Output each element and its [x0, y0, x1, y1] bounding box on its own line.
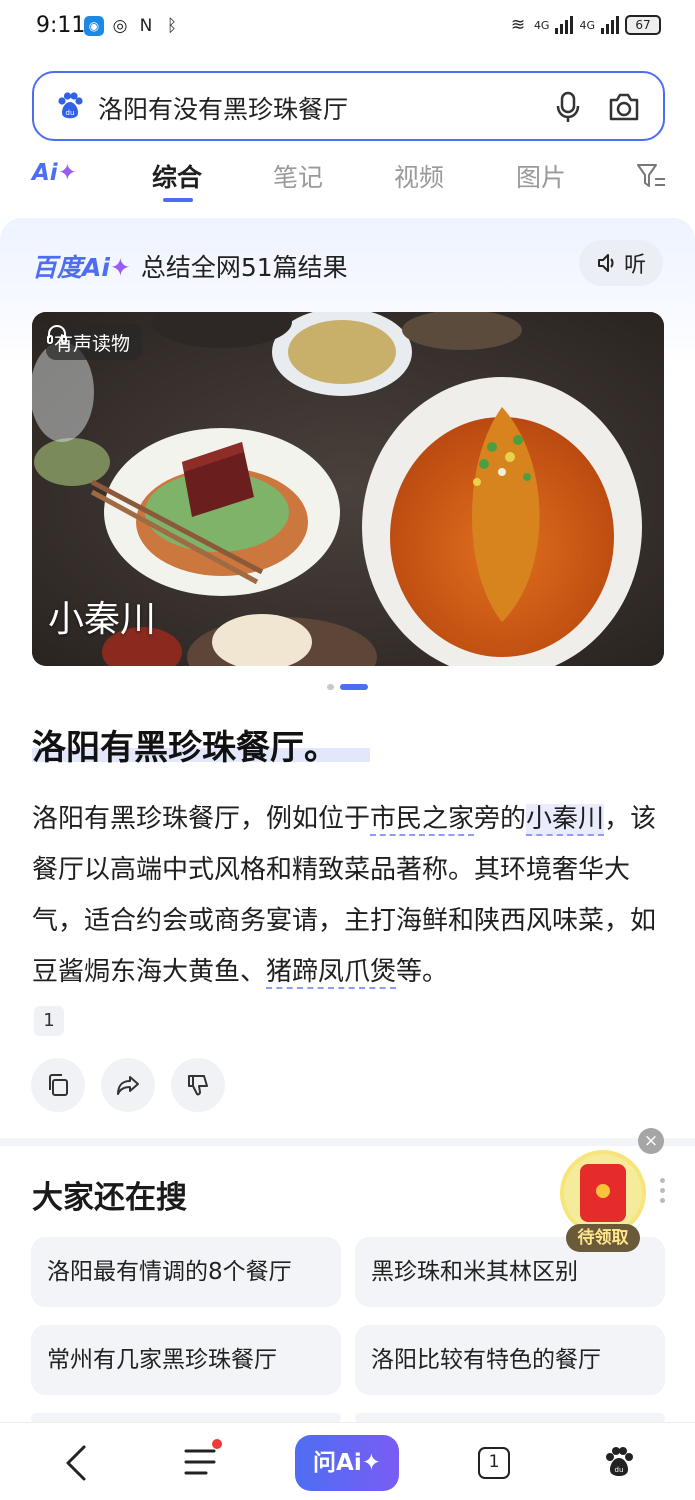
camera-icon[interactable]	[607, 91, 641, 123]
related-searches-title: 大家还在搜	[32, 1180, 187, 1216]
microphone-icon[interactable]	[553, 91, 583, 123]
svg-text:du: du	[66, 109, 75, 117]
related-search-item[interactable]: 洛阳比较有特色的餐厅	[355, 1325, 665, 1395]
red-envelope-label: 待领取	[566, 1224, 640, 1252]
search-bar[interactable]: du 洛阳有没有黑珍珠餐厅	[32, 71, 665, 141]
answer-text: 洛阳有黑珍珠餐厅，例如位于	[32, 804, 371, 834]
ask-ai-button[interactable]: 问Ai✦	[295, 1435, 399, 1491]
status-right-icons: ≋ 4G 4G 67	[508, 15, 661, 35]
tab-images[interactable]: 图片	[516, 158, 566, 194]
ai-summary-text: 总结全网51篇结果	[140, 253, 348, 282]
nfc-icon: N	[139, 16, 153, 36]
answer-text: 等。	[396, 957, 449, 987]
share-button[interactable]	[101, 1058, 155, 1112]
red-envelope-widget[interactable]: 待领取	[558, 1148, 648, 1254]
eye-icon: ◎	[112, 16, 128, 36]
citation-badge[interactable]: 1	[34, 1006, 64, 1036]
tabs-count-button[interactable]: 1	[478, 1447, 510, 1479]
status-bar: 9:11 ◉ ◎ N ᛒ ≋ 4G 4G 67	[0, 0, 695, 56]
listen-label: 听	[623, 253, 646, 278]
signal-icon	[555, 16, 574, 34]
network-label-1: 4G	[533, 18, 550, 32]
menu-button[interactable]	[184, 1439, 222, 1479]
baidu-home-icon[interactable]: du	[602, 1445, 636, 1479]
red-envelope-icon	[580, 1164, 626, 1222]
answer-text: 旁的	[474, 804, 527, 834]
baidu-paw-icon: du	[58, 92, 83, 119]
speaker-icon	[597, 254, 614, 272]
entity-link-dish[interactable]: 猪蹄凤爪煲	[266, 957, 397, 989]
wifi-icon: ≋	[510, 15, 526, 35]
close-icon[interactable]: ×	[638, 1128, 664, 1154]
bottom-navigation: 问Ai✦ 1 du	[0, 1422, 695, 1500]
listen-button[interactable]: 听	[579, 240, 663, 286]
carousel-dot-active[interactable]	[340, 684, 368, 690]
audiobook-badge[interactable]: 有声读物	[46, 324, 143, 360]
chat-app-icon: ◉	[84, 16, 104, 36]
dislike-button[interactable]	[171, 1058, 225, 1112]
status-left-icons: ◉ ◎ N ᛒ	[84, 16, 182, 36]
more-options-icon[interactable]	[660, 1178, 666, 1206]
carousel-indicator	[327, 684, 368, 690]
headphones-icon	[47, 324, 67, 344]
signal-icon-2	[601, 16, 619, 34]
tab-comprehensive[interactable]: 综合	[152, 158, 202, 194]
entity-link-citizen-home[interactable]: 市民之家	[370, 804, 475, 836]
tab-ai[interactable]: Ai✦	[32, 160, 77, 186]
answer-body: 洛阳有黑珍珠餐厅，例如位于市民之家旁的小秦川，该餐厅以高端中式风格和精致菜品著称…	[32, 794, 666, 998]
back-arrow-icon[interactable]	[62, 1443, 90, 1483]
dislike-icon	[188, 1075, 208, 1096]
section-divider	[0, 1138, 695, 1146]
related-search-item[interactable]: 常州有几家黑珍珠餐厅	[31, 1325, 341, 1395]
active-tab-indicator	[163, 198, 193, 202]
search-tabs: Ai✦ 综合 笔记 视频 图片	[0, 150, 695, 206]
copy-icon	[49, 1074, 68, 1096]
menu-icon	[184, 1449, 216, 1475]
battery-indicator: 67	[625, 15, 661, 35]
ai-answer-card: 百度Ai✦ 总结全网51篇结果 听 有声读物 小秦川 洛阳有黑珍珠餐厅。 洛阳有…	[0, 218, 695, 1138]
copy-button[interactable]	[31, 1058, 85, 1112]
page: 9:11 ◉ ◎ N ᛒ ≋ 4G 4G 67 du 洛阳有没有黑珍珠餐厅 Ai…	[0, 0, 695, 1500]
tab-videos[interactable]: 视频	[394, 158, 444, 194]
filter-icon[interactable]	[636, 162, 666, 190]
related-search-item[interactable]: 洛阳最有情调的8个餐厅	[31, 1237, 341, 1307]
tab-notes[interactable]: 笔记	[273, 158, 323, 194]
carousel-dot[interactable]	[327, 684, 334, 690]
bluetooth-icon: ᛒ	[166, 16, 178, 36]
entity-link-restaurant[interactable]: 小秦川	[526, 804, 605, 836]
share-icon	[117, 1076, 139, 1095]
ai-card-header: 百度Ai✦ 总结全网51篇结果	[32, 248, 348, 284]
svg-text:du: du	[615, 1466, 624, 1474]
baidu-ai-logo: 百度Ai✦	[32, 253, 131, 282]
search-input[interactable]: 洛阳有没有黑珍珠餐厅	[98, 90, 348, 126]
photo-caption: 小秦川	[48, 599, 157, 640]
notification-dot	[212, 1439, 222, 1449]
status-time: 9:11	[36, 13, 86, 38]
answer-title: 洛阳有黑珍珠餐厅。	[32, 728, 338, 768]
network-label-2: 4G	[579, 18, 595, 32]
restaurant-photo[interactable]: 有声读物 小秦川	[32, 312, 664, 666]
